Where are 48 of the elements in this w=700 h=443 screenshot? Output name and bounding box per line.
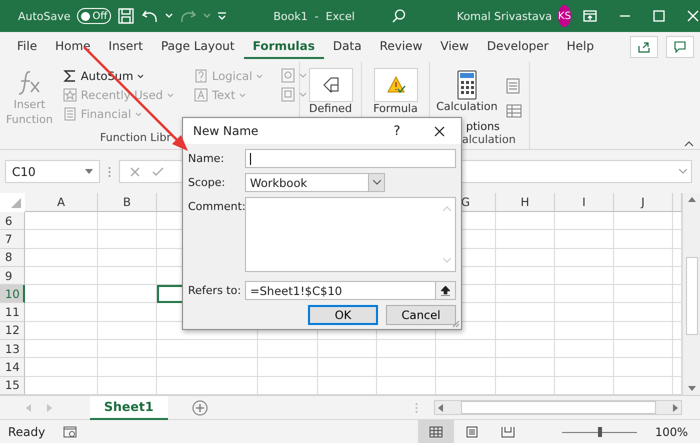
ribbon-tab[interactable]: Data — [324, 35, 371, 59]
zoom-level: 100% — [655, 424, 688, 438]
autosave-label: AutoSave — [18, 10, 71, 22]
autosave-toggle[interactable]: Off — [76, 8, 112, 24]
group-label: Function Libr — [100, 131, 171, 146]
row-header[interactable]: 7 — [0, 230, 25, 249]
ribbon-tab[interactable]: File — [8, 35, 46, 59]
ribbon-tab[interactable]: Developer — [478, 35, 558, 59]
ribbon-tab[interactable]: Page Layout — [152, 35, 244, 59]
avatar[interactable]: KS — [558, 5, 571, 27]
row-header[interactable]: 13 — [0, 340, 25, 358]
ribbon-tab[interactable]: Help — [558, 35, 603, 59]
row-header[interactable]: 14 — [0, 358, 25, 377]
dialog-title: New Name — [193, 124, 260, 138]
scope-dropdown[interactable]: Workbook — [245, 173, 385, 192]
status-text: Ready — [8, 424, 46, 438]
field-label: Name: — [188, 151, 226, 165]
name-box[interactable]: C10 — [5, 160, 100, 183]
column-header[interactable]: I — [555, 193, 614, 212]
help-button[interactable]: ? — [377, 124, 417, 138]
ribbon-tab[interactable]: Formulas — [244, 35, 324, 59]
user-name: Komal Srivastava — [456, 10, 552, 22]
ribbon-tab[interactable]: Review — [370, 35, 432, 59]
row-header[interactable]: 12 — [0, 322, 25, 340]
row-header[interactable]: 8 — [0, 248, 25, 267]
group-label: alculation — [462, 133, 516, 148]
cancel-button[interactable]: Cancel — [386, 305, 456, 325]
refers-to-field[interactable]: =Sheet1!$C$10 — [245, 281, 456, 300]
row-header[interactable]: 6 — [0, 212, 25, 230]
column-header[interactable]: A — [25, 193, 98, 212]
calculation-options-button[interactable]: Calculation — [434, 68, 500, 117]
column-header[interactable]: J — [614, 193, 673, 212]
document-title: Book1 - Excel — [273, 10, 355, 22]
sheet-tab[interactable]: Sheet1 — [90, 396, 168, 420]
calculation-options-label: ptions — [466, 120, 500, 134]
row-header[interactable]: 15 — [0, 376, 25, 395]
row-header[interactable]: 11 — [0, 303, 25, 322]
ribbon-tab[interactable]: Insert — [100, 35, 152, 59]
row-header[interactable]: 10 — [0, 285, 25, 304]
field-label: Comment: — [188, 199, 245, 213]
column-header[interactable]: H — [496, 193, 555, 212]
field-label: Scope: — [188, 175, 226, 189]
ok-button[interactable]: OK — [308, 305, 378, 325]
ribbon-tab[interactable]: View — [431, 35, 478, 59]
row-header[interactable]: 9 — [0, 266, 25, 286]
column-header[interactable]: B — [98, 193, 157, 212]
field-label: Refers to: — [188, 283, 242, 297]
formula-auditing-button[interactable]: Formula — [366, 66, 425, 119]
